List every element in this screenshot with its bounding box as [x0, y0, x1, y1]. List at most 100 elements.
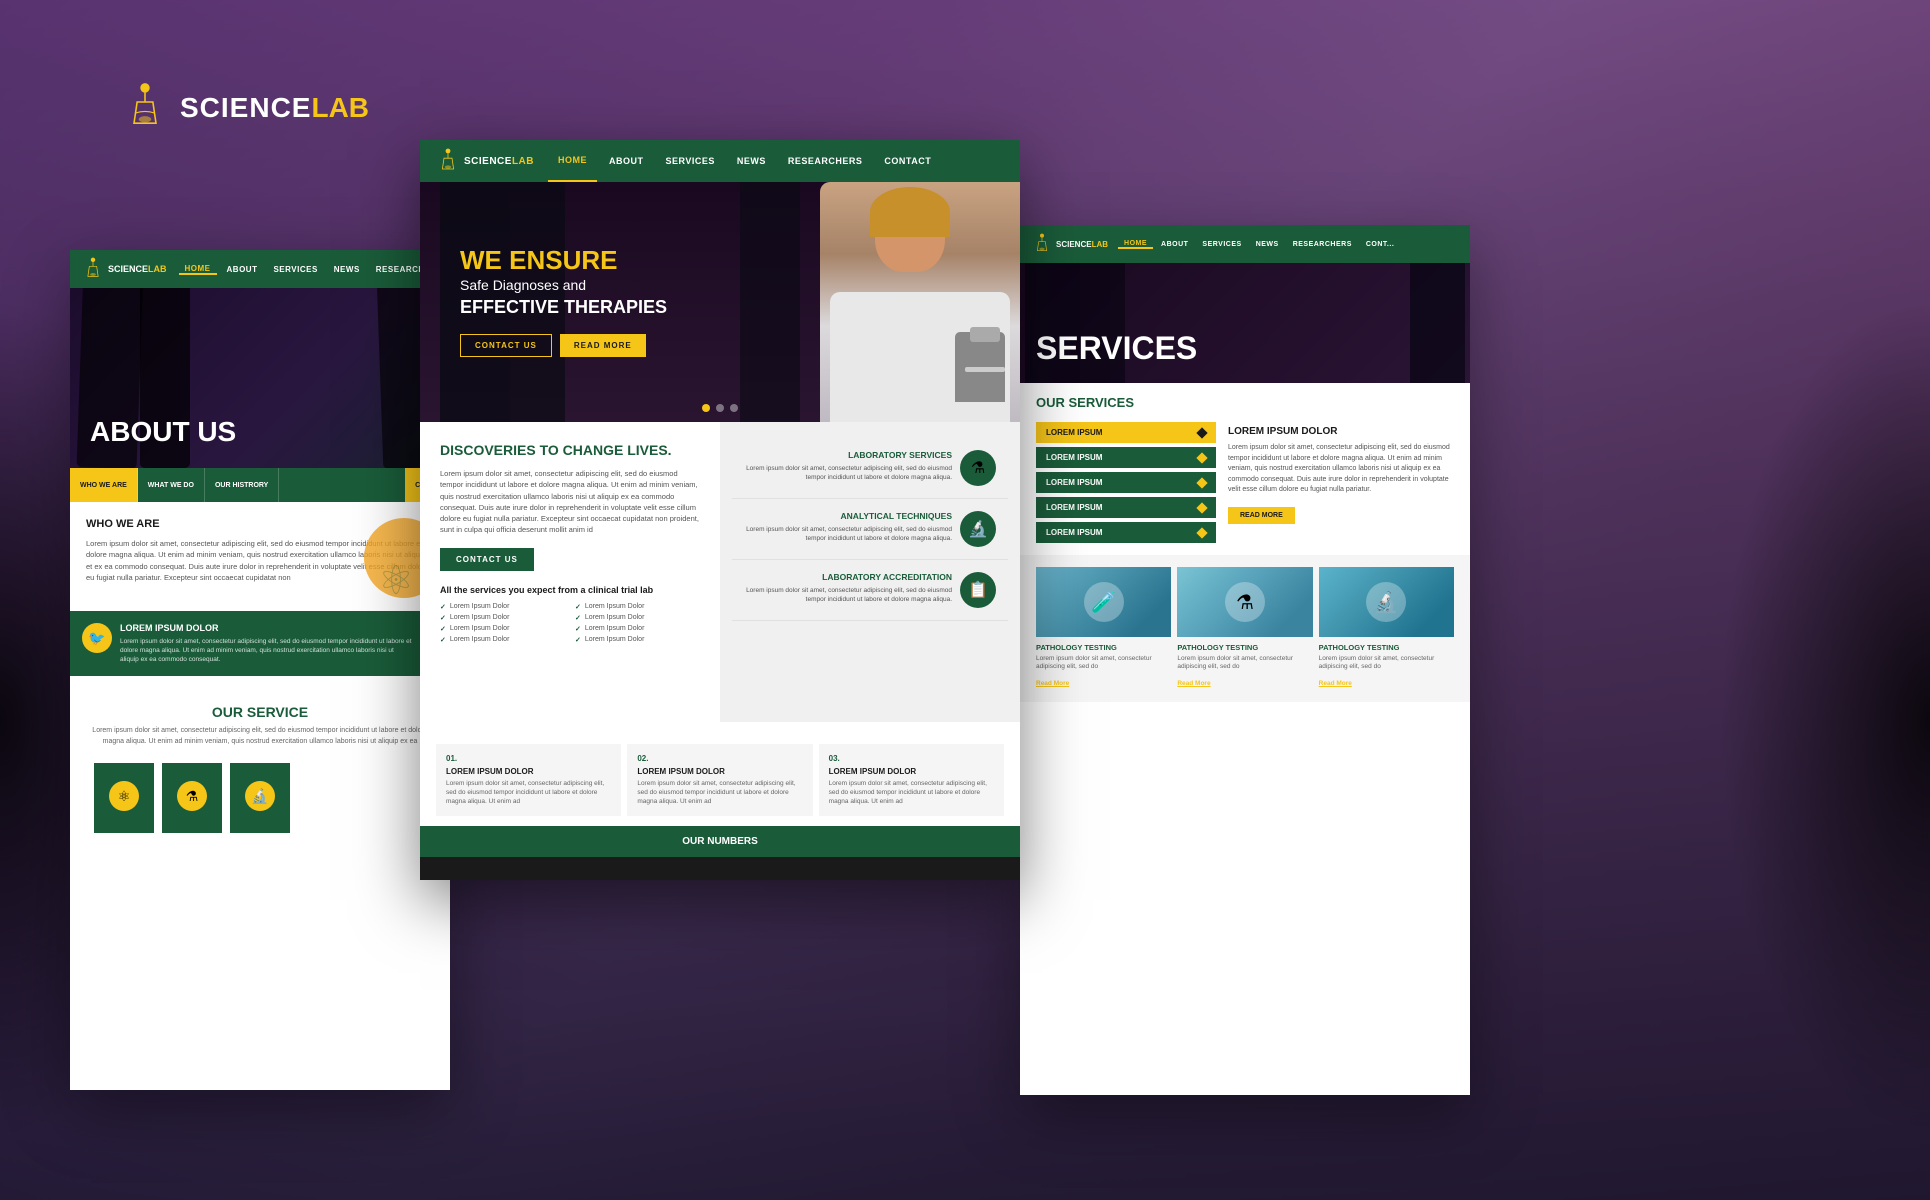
- left-nav-logo-icon: [82, 256, 104, 282]
- services-menu-item-0[interactable]: LOREM IPSUM: [1036, 422, 1216, 443]
- tab-what-we-do[interactable]: WHAT WE DO: [138, 468, 205, 502]
- main-nav-researchers[interactable]: RESEARCHERS: [778, 140, 873, 182]
- menu-item-3-label: LOREM IPSUM: [1046, 503, 1102, 512]
- info-card-text: Lorem ipsum dolor sit amet, consectetur …: [120, 637, 413, 664]
- main-nav-home[interactable]: HOME: [548, 140, 597, 182]
- services-content: OUR SERVICES LOREM IPSUM LOREM IPSUM LOR…: [1020, 383, 1470, 702]
- services-hero: SERVICES: [1020, 263, 1470, 383]
- numbered-cards-section: 01. LOREM IPSUM DOLOR Lorem ipsum dolor …: [420, 722, 1020, 826]
- service-entry-2-icon: 🔬: [960, 511, 996, 547]
- right-nav-home[interactable]: HOME: [1118, 240, 1153, 249]
- service-img-2-read-more[interactable]: Read More: [1177, 680, 1210, 687]
- services-menu-item-3[interactable]: LOREM IPSUM: [1036, 497, 1216, 518]
- service-item-4: Lorem Ipsum Dolor: [575, 614, 700, 622]
- num-card-2-header: 02.: [637, 754, 802, 763]
- num-card-2-title: LOREM IPSUM DOLOR: [637, 767, 802, 776]
- services-menu-item-4[interactable]: LOREM IPSUM: [1036, 522, 1216, 543]
- services-detail-title: LOREM IPSUM DOLOR: [1228, 426, 1454, 437]
- read-more-button[interactable]: READ MORE: [560, 334, 646, 357]
- info-card-icon: 🐦: [82, 623, 112, 653]
- service-item-8: Lorem Ipsum Dolor: [575, 636, 700, 644]
- main-nav-services[interactable]: SERVICES: [656, 140, 725, 182]
- service-item-5: Lorem Ipsum Dolor: [440, 625, 565, 633]
- num-card-3: 03. LOREM IPSUM DOLOR Lorem ipsum dolor …: [819, 744, 1004, 816]
- num-card-1-text: Lorem ipsum dolor sit amet, consectetur …: [446, 779, 611, 806]
- logo-text1: SCIENCE: [180, 92, 311, 123]
- our-numbers-title: OUR NUMBERS: [436, 836, 1004, 847]
- top-logo-area: SCIENCELAB: [120, 80, 369, 135]
- hero-title2: EFFECTIVE THERAPIES: [460, 297, 667, 318]
- service-entry-3: LABORATORY ACCREDITATION Lorem ipsum dol…: [732, 560, 1008, 621]
- service-entry-3-title: LABORATORY ACCREDITATION: [744, 572, 952, 582]
- contact-us-button[interactable]: CONTACT US: [460, 334, 552, 357]
- service-img-card-1: 🧪 PATHOLOGY TESTING Lorem ipsum dolor si…: [1036, 567, 1171, 690]
- dot-3[interactable]: [730, 404, 738, 412]
- service-entry-1-text: Lorem ipsum dolor sit amet, consectetur …: [744, 464, 952, 482]
- main-nav-about[interactable]: ABOUT: [599, 140, 654, 182]
- dot-2[interactable]: [716, 404, 724, 412]
- services-menu-item-1[interactable]: LOREM IPSUM: [1036, 447, 1216, 468]
- right-nav-logo: SCIENCELAB: [1032, 232, 1108, 256]
- left-nav-news[interactable]: NEWS: [328, 265, 366, 274]
- tab-our-history[interactable]: OUR HISTRORY: [205, 468, 279, 502]
- hero-title1: WE ENSURE: [460, 247, 667, 273]
- right-nav-about[interactable]: ABOUT: [1155, 241, 1194, 248]
- main-right-services: LABORATORY SERVICES Lorem ipsum dolor si…: [720, 422, 1020, 722]
- left-nav-services[interactable]: SERVICES: [267, 265, 323, 274]
- service-img-2: ⚗: [1177, 567, 1312, 637]
- service-img-3-read-more[interactable]: Read More: [1319, 680, 1352, 687]
- main-nav-logo: SCIENCELAB: [436, 147, 534, 175]
- service-img-1-read-more[interactable]: Read More: [1036, 680, 1069, 687]
- right-nav-services[interactable]: SERVICES: [1196, 241, 1247, 248]
- service-item-3: Lorem Ipsum Dolor: [440, 614, 565, 622]
- service-item-6: Lorem Ipsum Dolor: [575, 625, 700, 633]
- service-entry-2: ANALYTICAL TECHNIQUES Lorem ipsum dolor …: [732, 499, 1008, 560]
- info-card-body: LOREM IPSUM DOLOR Lorem ipsum dolor sit …: [120, 623, 413, 664]
- menu-item-3-diamond: [1196, 502, 1207, 513]
- left-nav-about[interactable]: ABOUT: [221, 265, 264, 274]
- hero-content: WE ENSURE Safe Diagnoses and EFFECTIVE T…: [460, 247, 667, 357]
- icon-circle-3: 🔬: [245, 781, 275, 811]
- service-entry-1: LABORATORY SERVICES Lorem ipsum dolor si…: [732, 438, 1008, 499]
- numbered-cards: 01. LOREM IPSUM DOLOR Lorem ipsum dolor …: [436, 744, 1004, 816]
- service-entry-3-text: Lorem ipsum dolor sit amet, consectetur …: [744, 586, 952, 604]
- service-entry-3-icon: 📋: [960, 572, 996, 608]
- hero-section: WE ENSURE Safe Diagnoses and EFFECTIVE T…: [420, 182, 1020, 422]
- menu-item-2-diamond: [1196, 477, 1207, 488]
- about-card: SCIENCELAB HOME ABOUT SERVICES NEWS RESE…: [70, 250, 450, 1090]
- right-nav-contact[interactable]: CONT...: [1360, 241, 1400, 248]
- discoveries-contact-btn[interactable]: CONTACT US: [440, 548, 534, 571]
- hero-scientist: [800, 182, 1020, 422]
- num-card-1: 01. LOREM IPSUM DOLOR Lorem ipsum dolor …: [436, 744, 621, 816]
- discoveries-title: DISCOVERIES TO CHANGE LIVES.: [440, 442, 700, 458]
- num-card-2-text: Lorem ipsum dolor sit amet, consectetur …: [637, 779, 802, 806]
- info-card: 🐦 LOREM IPSUM DOLOR Lorem ipsum dolor si…: [70, 611, 450, 676]
- main-nav-news[interactable]: NEWS: [727, 140, 776, 182]
- top-logo-text: SCIENCELAB: [180, 92, 369, 124]
- service-icon-1: ⚛: [94, 763, 154, 833]
- main-nav-contact[interactable]: CONTACT: [874, 140, 941, 182]
- our-numbers-section: OUR NUMBERS: [420, 826, 1020, 857]
- right-nav-researchers[interactable]: RESEARCHERS: [1287, 241, 1358, 248]
- menu-item-1-label: LOREM IPSUM: [1046, 453, 1102, 462]
- tab-who-we-are[interactable]: WHO WE ARE: [70, 468, 138, 502]
- left-nav-home[interactable]: HOME: [179, 264, 217, 275]
- service-entry-1-title: LABORATORY SERVICES: [744, 450, 952, 460]
- service-images: 🧪 PATHOLOGY TESTING Lorem ipsum dolor si…: [1020, 555, 1470, 702]
- menu-item-4-diamond: [1196, 527, 1207, 538]
- services-detail-read-more[interactable]: READ MORE: [1228, 507, 1295, 524]
- services-menu-item-2[interactable]: LOREM IPSUM: [1036, 472, 1216, 493]
- main-navbar: SCIENCELAB HOME ABOUT SERVICES NEWS RESE…: [420, 140, 1020, 182]
- services-detail: LOREM IPSUM DOLOR Lorem ipsum dolor sit …: [1228, 422, 1454, 543]
- services-grid: Lorem Ipsum Dolor Lorem Ipsum Dolor Lore…: [440, 603, 700, 644]
- service-entry-2-text: Lorem ipsum dolor sit amet, consectetur …: [744, 525, 952, 543]
- our-service-section: OUR SERVICE Lorem ipsum dolor sit amet, …: [70, 688, 450, 849]
- main-card: SCIENCELAB HOME ABOUT SERVICES NEWS RESE…: [420, 140, 1020, 880]
- left-navbar: SCIENCELAB HOME ABOUT SERVICES NEWS RESE…: [70, 250, 450, 288]
- service-img-card-2: ⚗ PATHOLOGY TESTING Lorem ipsum dolor si…: [1177, 567, 1312, 690]
- our-service-title: OUR SERVICE: [86, 704, 434, 720]
- right-nav-news[interactable]: NEWS: [1250, 241, 1285, 248]
- main-discoveries: DISCOVERIES TO CHANGE LIVES. Lorem ipsum…: [420, 422, 720, 722]
- top-logo-icon: [120, 80, 170, 135]
- dot-1[interactable]: [702, 404, 710, 412]
